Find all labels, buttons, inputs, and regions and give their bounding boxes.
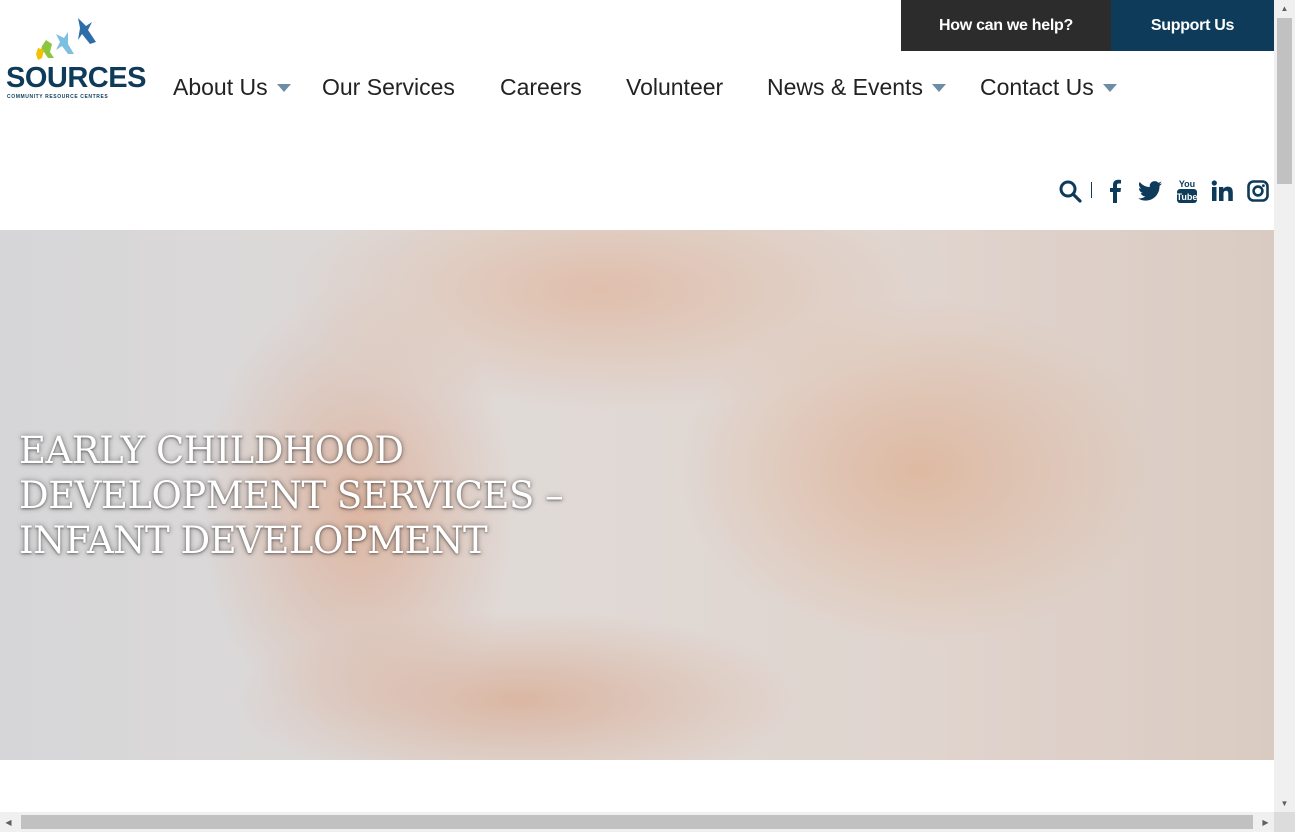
chevron-down-icon[interactable] xyxy=(1102,84,1117,92)
scroll-left-icon[interactable]: ◀ xyxy=(0,812,17,832)
logo-wordmark: SOURCES xyxy=(6,62,146,94)
nav-item-about-us[interactable]: About Us xyxy=(173,72,291,102)
chevron-down-icon[interactable] xyxy=(931,84,946,92)
youtube-icon[interactable]: You Tube xyxy=(1174,177,1200,205)
scroll-right-icon[interactable]: ▶ xyxy=(1257,812,1274,832)
hero-banner: EARLY CHILDHOOD DEVELOPMENT SERVICES – I… xyxy=(0,230,1274,760)
nav-item-contact-us[interactable]: Contact Us xyxy=(980,72,1117,102)
vertical-scrollbar[interactable]: ▲ ▼ xyxy=(1274,0,1295,812)
linkedin-icon[interactable] xyxy=(1209,177,1235,205)
birds-logo-icon xyxy=(36,18,96,60)
svg-text:Tube: Tube xyxy=(1177,192,1198,202)
facebook-icon[interactable] xyxy=(1102,177,1128,205)
twitter-icon[interactable] xyxy=(1137,177,1163,205)
page-viewport: SOURCES COMMUNITY RESOURCE CENTRES How c… xyxy=(0,0,1274,812)
nav-item-label: Careers xyxy=(500,73,582,100)
page-title: EARLY CHILDHOOD DEVELOPMENT SERVICES – I… xyxy=(19,428,619,563)
nav-item-label: Contact Us xyxy=(980,73,1094,100)
scroll-up-icon[interactable]: ▲ xyxy=(1274,0,1295,17)
svg-text:You: You xyxy=(1179,179,1195,189)
support-us-button[interactable]: Support Us xyxy=(1111,0,1274,51)
sources-logo[interactable]: SOURCES COMMUNITY RESOURCE CENTRES xyxy=(4,14,146,100)
page-title-line: EARLY CHILDHOOD xyxy=(19,429,404,472)
divider xyxy=(1091,182,1092,198)
scroll-down-icon[interactable]: ▼ xyxy=(1274,795,1295,812)
page-title-line: INFANT DEVELOPMENT xyxy=(19,519,488,562)
page-title-line: DEVELOPMENT SERVICES – xyxy=(19,474,564,517)
scrollbar-thumb[interactable] xyxy=(1277,18,1292,184)
how-can-we-help-button[interactable]: How can we help? xyxy=(901,0,1111,51)
nav-item-label: Our Services xyxy=(322,73,455,100)
logo-tagline: COMMUNITY RESOURCE CENTRES xyxy=(7,94,109,100)
nav-item-label: About Us xyxy=(173,73,268,100)
chevron-down-icon[interactable] xyxy=(276,84,291,92)
search-icon[interactable] xyxy=(1057,177,1083,205)
nav-item-volunteer[interactable]: Volunteer xyxy=(626,72,723,102)
scrollbar-thumb[interactable] xyxy=(21,815,1253,829)
nav-item-news-events[interactable]: News & Events xyxy=(767,72,946,102)
scrollbar-corner xyxy=(1274,812,1295,832)
nav-item-careers[interactable]: Careers xyxy=(500,72,582,102)
nav-item-our-services[interactable]: Our Services xyxy=(322,72,455,102)
instagram-icon[interactable] xyxy=(1245,177,1271,205)
nav-item-label: Volunteer xyxy=(626,73,724,100)
horizontal-scrollbar[interactable]: ◀ ▶ xyxy=(0,812,1274,832)
nav-item-label: News & Events xyxy=(767,73,923,100)
